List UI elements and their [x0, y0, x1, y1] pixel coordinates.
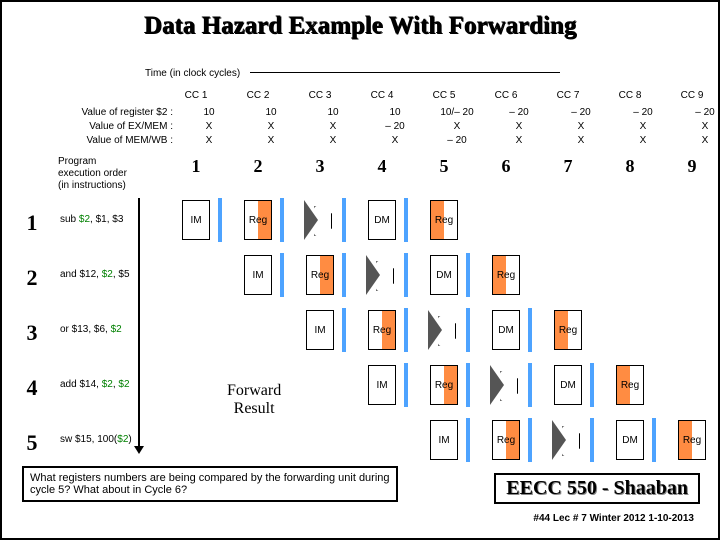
latch-icon: [590, 418, 594, 462]
latch-icon: [280, 253, 284, 297]
stage-wb: Reg: [678, 420, 706, 460]
forward-label: Forward Result: [227, 382, 281, 418]
latch-icon: [342, 308, 346, 352]
cc: CC 8: [599, 90, 661, 101]
latch-icon: [528, 418, 532, 462]
stage-im: IM: [182, 200, 210, 240]
row-num: 2: [22, 265, 42, 291]
pipeline-row: 5 sw $15, 100($2) IM Reg DM Reg: [22, 412, 708, 467]
latch-icon: [404, 198, 408, 242]
cc: CC 4: [351, 90, 413, 101]
latch-icon: [466, 253, 470, 297]
trace-values: 10XX 10XX 10XX 10– 20X 10/– 20X– 20 – 20…: [178, 106, 720, 148]
pipeline-row: 1 sub $2, $1, $3 IM Reg DM Reg: [22, 192, 708, 247]
page-title: Data Hazard Example With Forwarding: [2, 12, 718, 40]
lbl-r2: Value of register $2 :: [48, 106, 173, 120]
latch-icon: [528, 308, 532, 352]
stage-alu: [552, 420, 582, 460]
asm: and $12, $2, $5: [60, 269, 130, 280]
stage-reg: Reg: [492, 420, 520, 460]
stage-dm: DM: [492, 310, 520, 350]
latch-icon: [590, 363, 594, 407]
row-num: 5: [22, 430, 42, 456]
inst-cycle-row: 123 456 789: [165, 156, 720, 177]
row-num: 3: [22, 320, 42, 346]
stage-reg: Reg: [244, 200, 272, 240]
latch-icon: [404, 363, 408, 407]
pipeline-row: 2 and $12, $2, $5 IM Reg DM Reg: [22, 247, 708, 302]
stage-alu: [428, 310, 458, 350]
stage-alu: [490, 365, 520, 405]
latch-icon: [466, 418, 470, 462]
stage-reg: Reg: [306, 255, 334, 295]
latch-icon: [466, 363, 470, 407]
stage-wb: Reg: [492, 255, 520, 295]
footer: #44 Lec # 7 Winter 2012 1-10-2013: [533, 513, 694, 524]
stage-alu: [304, 200, 334, 240]
latch-icon: [342, 198, 346, 242]
cc: CC 5: [413, 90, 475, 101]
lbl-mem: Value of MEM/WB :: [48, 134, 173, 148]
time-label: Time (in clock cycles): [145, 68, 240, 79]
cc: CC 3: [289, 90, 351, 101]
stage-wb: Reg: [430, 200, 458, 240]
stage-wb: Reg: [554, 310, 582, 350]
latch-icon: [218, 198, 222, 242]
latch-icon: [342, 253, 346, 297]
cc: CC 2: [227, 90, 289, 101]
latch-icon: [404, 253, 408, 297]
stage-dm: DM: [554, 365, 582, 405]
row-num: 4: [22, 375, 42, 401]
stage-reg: Reg: [368, 310, 396, 350]
pipeline-row: 3 or $13, $6, $2 IM Reg DM Reg: [22, 302, 708, 357]
stage-im: IM: [430, 420, 458, 460]
stage-im: IM: [306, 310, 334, 350]
row-num: 1: [22, 210, 42, 236]
latch-icon: [528, 363, 532, 407]
course-banner: EECC 550 - Shaaban: [494, 473, 700, 504]
stage-reg: Reg: [430, 365, 458, 405]
asm: or $13, $6, $2: [60, 324, 122, 335]
stage-dm: DM: [616, 420, 644, 460]
stage-im: IM: [368, 365, 396, 405]
latch-icon: [652, 418, 656, 462]
stage-dm: DM: [430, 255, 458, 295]
asm: add $14, $2, $2: [60, 379, 130, 390]
cc: CC 9: [661, 90, 720, 101]
cc: CC 7: [537, 90, 599, 101]
trace-labels: Value of register $2 : Value of EX/MEM :…: [48, 106, 173, 148]
stage-wb: Reg: [616, 365, 644, 405]
stage-im: IM: [244, 255, 272, 295]
cc-headers: CC 1 CC 2 CC 3 CC 4 CC 5 CC 6 CC 7 CC 8 …: [165, 90, 720, 101]
latch-icon: [466, 308, 470, 352]
pipeline-row: 4 add $14, $2, $2 IM Reg DM Reg: [22, 357, 708, 412]
cc: CC 1: [165, 90, 227, 101]
slide: Data Hazard Example With Forwarding Time…: [0, 0, 720, 540]
latch-icon: [404, 308, 408, 352]
program-order-label: Program execution order (in instructions…: [58, 156, 127, 192]
cc: CC 6: [475, 90, 537, 101]
stage-dm: DM: [368, 200, 396, 240]
time-rule: [250, 72, 560, 73]
asm: sw $15, 100($2): [60, 434, 132, 445]
stage-alu: [366, 255, 396, 295]
question-box: What registers numbers are being compare…: [22, 466, 398, 502]
asm: sub $2, $1, $3: [60, 214, 123, 225]
latch-icon: [280, 198, 284, 242]
lbl-ex: Value of EX/MEM :: [48, 120, 173, 134]
